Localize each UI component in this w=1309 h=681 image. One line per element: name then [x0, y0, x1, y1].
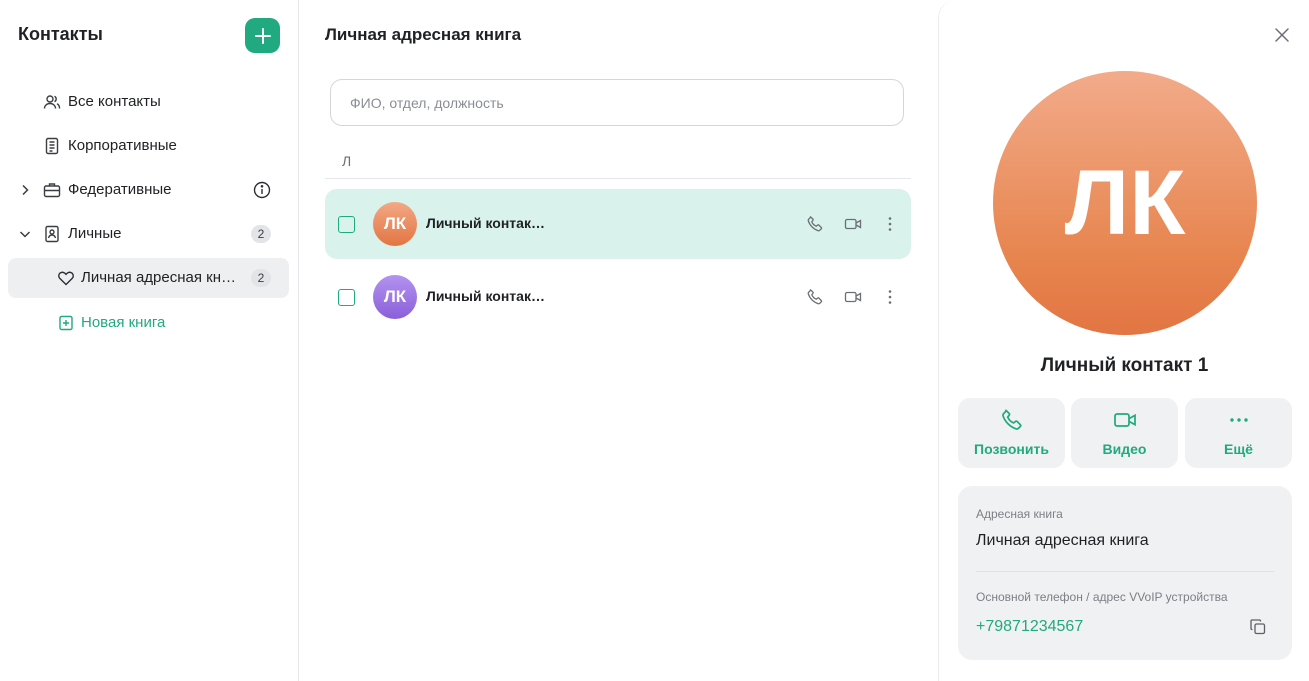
more-button-label: Ещё [1224, 441, 1253, 457]
close-icon[interactable] [1273, 26, 1291, 44]
video-icon [1071, 408, 1178, 432]
address-book-icon [43, 225, 61, 243]
row-checkbox[interactable] [338, 289, 355, 306]
more-vertical-icon[interactable] [880, 287, 900, 307]
phone-label: Основной телефон / адрес VVoIP устройств… [976, 590, 1228, 604]
heart-icon [57, 269, 75, 287]
phone-icon[interactable] [805, 214, 825, 234]
call-button[interactable]: Позвонить [958, 398, 1065, 468]
info-icon[interactable] [253, 181, 271, 199]
sidebar: Контакты Все контакты Корпоративные Феде… [0, 0, 299, 681]
section-letter: Л [342, 153, 352, 169]
phone-value[interactable]: +79871234567 [976, 618, 1083, 636]
building-document-icon [43, 137, 61, 155]
row-checkbox[interactable] [338, 216, 355, 233]
sidebar-item-corporate[interactable]: Корпоративные [8, 126, 289, 166]
briefcase-icon [43, 181, 61, 199]
contact-name: Личный контак… [426, 288, 545, 304]
divider [976, 571, 1274, 572]
contact-row[interactable]: ЛК Личный контак… [325, 189, 911, 259]
video-icon[interactable] [843, 214, 863, 234]
video-button-label: Видео [1102, 441, 1147, 457]
more-vertical-icon[interactable] [880, 214, 900, 234]
video-call-button[interactable]: Видео [1071, 398, 1178, 468]
chevron-down-icon[interactable] [18, 227, 32, 241]
add-contact-button[interactable] [245, 18, 280, 53]
divider [325, 178, 911, 179]
address-book-value: Личная адресная книга [976, 532, 1149, 549]
count-badge: 2 [251, 269, 271, 287]
contact-name: Личный контак… [426, 215, 545, 231]
sidebar-item-label: Новая книга [81, 314, 166, 331]
sidebar-item-label: Федеративные [68, 181, 172, 198]
contact-name-heading: Личный контакт 1 [1040, 355, 1209, 376]
phone-icon [958, 408, 1065, 432]
avatar-large: ЛК [993, 71, 1257, 335]
new-book-button[interactable]: Новая книга [8, 303, 289, 343]
video-icon[interactable] [843, 287, 863, 307]
sidebar-item-personal-address-book[interactable]: Личная адресная кн… 2 [8, 258, 289, 298]
sidebar-item-label: Личная адресная кн… [81, 269, 236, 286]
sidebar-item-personal[interactable]: Личные 2 [8, 214, 289, 254]
copy-icon[interactable] [1249, 618, 1267, 636]
contact-info-card: Адресная книга Личная адресная книга Осн… [958, 486, 1292, 660]
count-badge: 2 [251, 225, 271, 243]
add-book-icon [57, 314, 75, 332]
contact-details-panel: ЛК Личный контакт 1 Позвонить Видео Ещё … [938, 0, 1309, 681]
plus-icon [254, 27, 271, 44]
more-button[interactable]: Ещё [1185, 398, 1292, 468]
avatar: ЛК [373, 275, 417, 319]
chevron-right-icon[interactable] [18, 183, 32, 197]
avatar: ЛК [373, 202, 417, 246]
users-icon [43, 93, 61, 111]
contact-row[interactable]: ЛК Личный контак… [325, 262, 911, 332]
sidebar-item-label: Личные [68, 225, 122, 242]
sidebar-item-federated[interactable]: Федеративные [8, 170, 289, 210]
call-button-label: Позвонить [974, 441, 1049, 457]
sidebar-item-all-contacts[interactable]: Все контакты [8, 82, 289, 122]
contacts-list-panel: Личная адресная книга Л ЛК Личный контак… [299, 0, 938, 681]
page-title: Личная адресная книга [325, 25, 522, 44]
sidebar-title: Контакты [18, 24, 103, 44]
sidebar-item-label: Корпоративные [68, 137, 177, 154]
more-horizontal-icon [1185, 408, 1292, 432]
address-book-label: Адресная книга [976, 507, 1063, 521]
search-input[interactable] [330, 79, 904, 126]
phone-icon[interactable] [805, 287, 825, 307]
sidebar-item-label: Все контакты [68, 93, 161, 110]
